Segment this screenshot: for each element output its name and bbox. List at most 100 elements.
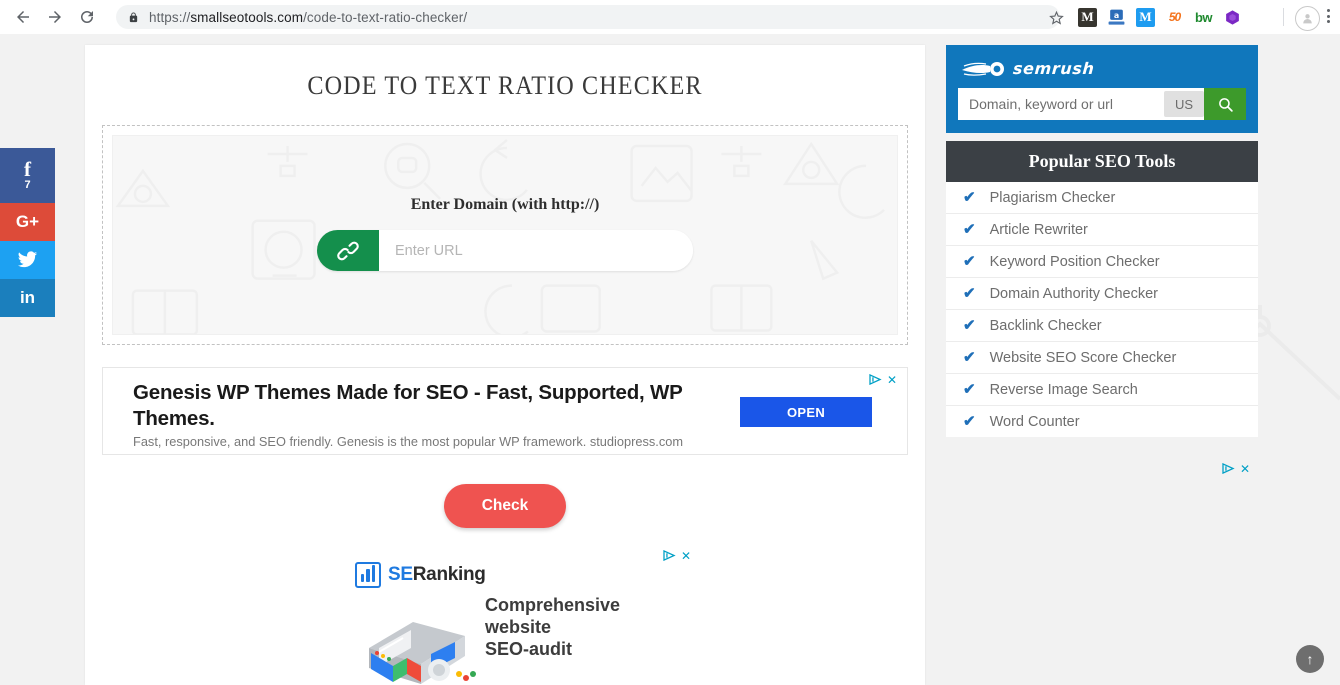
three-dot-menu-icon[interactable] bbox=[1327, 9, 1330, 23]
adchoices-icon bbox=[1222, 463, 1235, 474]
forward-arrow-icon bbox=[49, 11, 61, 23]
semrush-search-button[interactable] bbox=[1204, 88, 1246, 120]
chain-link-icon bbox=[337, 241, 359, 260]
sidebar-tool-reverse-image-search[interactable]: ✔ Reverse Image Search bbox=[946, 374, 1258, 406]
url-input-row bbox=[113, 230, 897, 271]
url-text: https://smallseotools.com/code-to-text-r… bbox=[149, 10, 467, 25]
url-input-group bbox=[317, 230, 693, 271]
forward-button[interactable] bbox=[40, 2, 70, 32]
reload-button[interactable] bbox=[72, 2, 102, 32]
dropzone-center: Enter Domain (with http://) bbox=[113, 196, 897, 271]
check-icon: ✔ bbox=[963, 349, 976, 366]
scroll-to-top-button[interactable]: ↑ bbox=[1296, 645, 1324, 673]
buzzsumo-extension-icon[interactable]: bw bbox=[1194, 8, 1213, 27]
sidebar-tool-website-seo-score-checker[interactable]: ✔ Website SEO Score Checker bbox=[946, 342, 1258, 374]
ad-banner-genesis[interactable]: ✕ Genesis WP Themes Made for SEO - Fast,… bbox=[102, 367, 908, 455]
check-icon: ✔ bbox=[963, 317, 976, 334]
address-bar[interactable]: https://smallseotools.com/code-to-text-r… bbox=[116, 5, 1060, 29]
url-input[interactable] bbox=[379, 230, 693, 271]
sidebar-tool-label: Word Counter bbox=[989, 413, 1080, 430]
bookmark-button[interactable] bbox=[1045, 6, 1067, 28]
notion-extension-icon[interactable]: M bbox=[1078, 7, 1097, 27]
mailtrack-extension-icon[interactable]: M bbox=[1136, 7, 1155, 27]
sidebar-tool-label: Article Rewriter bbox=[989, 221, 1088, 238]
bookmark-star-icon bbox=[1048, 10, 1064, 25]
linkedin-icon: in bbox=[19, 288, 36, 307]
popular-seo-tools-list: ✔ Plagiarism Checker ✔ Article Rewriter … bbox=[946, 182, 1258, 437]
check-icon: ✔ bbox=[963, 253, 976, 270]
ad-banner-title: Genesis WP Themes Made for SEO - Fast, S… bbox=[133, 381, 683, 430]
social-share-rail: f 7 G+ in bbox=[0, 148, 55, 317]
sidebar-tool-keyword-position-checker[interactable]: ✔ Keyword Position Checker bbox=[946, 246, 1258, 278]
semrush-logo: semrush bbox=[962, 59, 1246, 78]
twitter-bird-icon bbox=[17, 251, 38, 268]
popular-seo-tools-header: Popular SEO Tools bbox=[946, 141, 1258, 182]
main-content-card: CODE TO TEXT RATIO CHECKER Enter Domain … bbox=[85, 45, 925, 685]
sidebar-tool-label: Backlink Checker bbox=[989, 317, 1102, 334]
ad-seranking[interactable]: ✕ SERanking Comprehensive website SEO-au… bbox=[337, 546, 691, 685]
facebook-share-count: 7 bbox=[24, 178, 31, 191]
close-ad-icon[interactable]: ✕ bbox=[887, 374, 897, 386]
domain-dropzone[interactable]: Enter Domain (with http://) bbox=[102, 125, 908, 345]
sidebar-ad-adchoices[interactable]: ✕ bbox=[1222, 463, 1250, 475]
ad-banner-open-button[interactable]: OPEN bbox=[740, 397, 872, 427]
right-sidebar: semrush US Popular SEO Tools ✔ bbox=[946, 45, 1258, 475]
close-ad-icon[interactable]: ✕ bbox=[681, 550, 691, 562]
ad-seranking-adchoices[interactable]: ✕ bbox=[663, 550, 691, 562]
twitter-share-button[interactable] bbox=[0, 241, 55, 279]
semrush-comet-logo-icon bbox=[962, 61, 1004, 76]
search-magnifier-icon bbox=[1218, 97, 1233, 112]
facebook-share-button[interactable]: f 7 bbox=[0, 148, 55, 203]
seranking-brand-ranking: Ranking bbox=[412, 564, 486, 585]
sidebar-tool-label: Plagiarism Checker bbox=[989, 189, 1116, 206]
svg-text:a: a bbox=[1114, 10, 1119, 19]
bar-chart-icon bbox=[355, 562, 381, 588]
check-icon: ✔ bbox=[963, 413, 976, 430]
back-button[interactable] bbox=[8, 2, 38, 32]
toolbar-divider bbox=[1283, 8, 1284, 26]
seranking-logo: SERanking bbox=[355, 562, 486, 588]
sidebar-tool-plagiarism-checker[interactable]: ✔ Plagiarism Checker bbox=[946, 182, 1258, 214]
seranking-brand: SERanking bbox=[388, 564, 486, 586]
seoquake-extension-icon[interactable]: 50 bbox=[1165, 8, 1184, 27]
seranking-headline-line3: SEO-audit bbox=[485, 639, 573, 659]
page-title: CODE TO TEXT RATIO CHECKER bbox=[307, 71, 703, 100]
linkedin-share-button[interactable]: in bbox=[0, 279, 55, 317]
url-domain: smallseotools.com bbox=[190, 9, 304, 25]
sidebar-tool-word-counter[interactable]: ✔ Word Counter bbox=[946, 406, 1258, 437]
seranking-headline: Comprehensive website SEO-audit bbox=[485, 594, 620, 660]
check-icon: ✔ bbox=[963, 221, 976, 238]
sidebar-tool-article-rewriter[interactable]: ✔ Article Rewriter bbox=[946, 214, 1258, 246]
semrush-search-input[interactable] bbox=[958, 88, 1164, 120]
url-scheme: https:// bbox=[149, 9, 191, 25]
google-plus-share-button[interactable]: G+ bbox=[0, 203, 55, 241]
ad-banner-description: Fast, responsive, and SEO friendly. Gene… bbox=[133, 434, 684, 449]
navigation-buttons bbox=[0, 2, 102, 32]
seranking-headline-line1: Comprehensive bbox=[485, 595, 621, 615]
amazon-assistant-extension-icon[interactable]: a bbox=[1107, 8, 1126, 27]
page-body: f 7 G+ in CODE TO TEXT RATIO CHECKER Ent… bbox=[0, 34, 1340, 685]
semrush-widget: semrush US bbox=[946, 45, 1258, 133]
sidebar-tool-backlink-checker[interactable]: ✔ Backlink Checker bbox=[946, 310, 1258, 342]
close-ad-icon[interactable]: ✕ bbox=[1240, 463, 1250, 475]
facebook-icon: f bbox=[24, 156, 31, 181]
browser-toolbar: https://smallseotools.com/code-to-text-r… bbox=[0, 0, 1340, 35]
check-icon: ✔ bbox=[963, 285, 976, 302]
profile-avatar[interactable] bbox=[1295, 6, 1320, 31]
extensions-toolbar: M a M 50 bw bbox=[1078, 3, 1242, 31]
adchoices-icon bbox=[869, 374, 882, 385]
back-arrow-icon bbox=[17, 11, 29, 23]
seranking-illustration bbox=[369, 622, 476, 684]
purple-hexagon-extension-icon[interactable] bbox=[1223, 8, 1242, 27]
enter-domain-label: Enter Domain (with http://) bbox=[410, 196, 600, 213]
sidebar-tool-label: Keyword Position Checker bbox=[989, 253, 1160, 270]
check-icon: ✔ bbox=[963, 381, 976, 398]
check-button[interactable]: Check bbox=[443, 484, 567, 528]
url-path: /code-to-text-ratio-checker/ bbox=[303, 9, 468, 25]
sidebar-tool-domain-authority-checker[interactable]: ✔ Domain Authority Checker bbox=[946, 278, 1258, 310]
ad-banner-adchoices[interactable]: ✕ bbox=[869, 374, 897, 386]
semrush-country-select[interactable]: US bbox=[1164, 91, 1204, 117]
check-icon: ✔ bbox=[963, 189, 976, 206]
seranking-brand-se: SE bbox=[388, 564, 413, 585]
check-button-row: Check bbox=[85, 484, 925, 528]
